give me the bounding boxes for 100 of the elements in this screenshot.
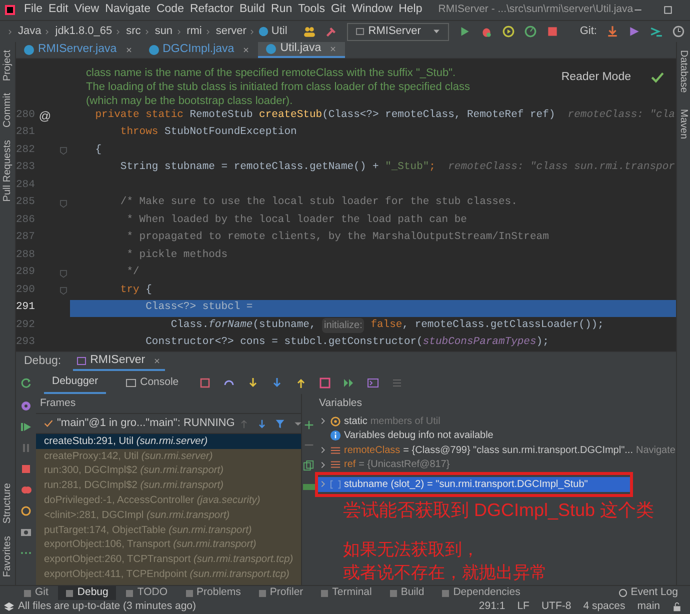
tool-window-tab[interactable]: Commit — [0, 93, 15, 128]
tool-window-tab[interactable]: Maven — [676, 108, 690, 139]
pull-request-icon[interactable] — [650, 25, 663, 38]
close-icon[interactable] — [329, 45, 338, 53]
tool-window-button[interactable]: Dependencies — [434, 586, 528, 600]
close-icon[interactable] — [242, 46, 250, 54]
run-to-cursor-icon[interactable] — [318, 376, 331, 388]
code-line: * pickle methods — [126, 248, 229, 263]
editor-tab[interactable]: RMIServer.java — [16, 42, 141, 58]
code-line: Class.forName(stubname, initialize: false, remoteClass.getClassLoader()); — [170, 317, 605, 334]
fold-icon[interactable] — [58, 146, 68, 156]
reader-mode-toggle[interactable]: Reader Mode — [561, 69, 631, 86]
layout-icon[interactable] — [198, 376, 211, 388]
update-icon[interactable] — [606, 25, 619, 38]
menu-item[interactable]: Code — [156, 1, 184, 19]
editor-tab[interactable]: Util.java — [258, 42, 346, 58]
down-icon[interactable] — [256, 418, 267, 428]
tool-window-button[interactable]: TODO — [118, 586, 176, 600]
lock-icon[interactable] — [672, 602, 682, 612]
close-icon[interactable] — [124, 46, 133, 54]
tool-window-tab[interactable]: Favorites — [0, 536, 15, 577]
copy-icon[interactable] — [303, 460, 314, 471]
gutter-marker[interactable]: @ — [38, 106, 52, 125]
step-into-icon[interactable] — [246, 376, 259, 388]
run-config-dropdown[interactable]: RMIServer — [347, 22, 449, 40]
people-icon[interactable] — [303, 25, 316, 38]
tool-window-button[interactable]: Event Log — [618, 585, 678, 601]
stop-icon[interactable] — [20, 463, 32, 475]
variable-row[interactable]: Variables debug info not available — [315, 428, 676, 443]
tool-window-button[interactable]: Terminal — [313, 586, 380, 600]
stop-icon[interactable] — [546, 25, 559, 38]
tool-window-button[interactable]: Problems — [178, 586, 249, 600]
check-icon[interactable] — [651, 71, 664, 84]
camera-icon[interactable] — [20, 526, 32, 538]
mute-breakpoints-icon[interactable] — [20, 505, 32, 517]
menu-item[interactable]: Refactor — [190, 1, 234, 19]
line-number: 289 — [16, 265, 34, 280]
filter-icon[interactable] — [274, 418, 285, 428]
fold-icon[interactable] — [58, 268, 68, 278]
tool-window-button[interactable]: Debug — [58, 586, 116, 600]
force-step-into-icon[interactable] — [270, 376, 283, 388]
hammer-icon[interactable] — [325, 25, 338, 38]
menu-item[interactable]: Build — [239, 1, 266, 19]
breadcrumb[interactable]: src — [126, 23, 141, 40]
coverage-icon[interactable] — [502, 25, 515, 38]
breadcrumb[interactable]: rmi — [186, 23, 202, 40]
resume-icon[interactable] — [20, 421, 32, 433]
step-out-icon[interactable] — [294, 376, 307, 388]
terminal-icon[interactable] — [366, 376, 379, 388]
close-icon[interactable] — [153, 356, 162, 364]
caret-icon — [432, 28, 440, 35]
profiler-icon[interactable] — [524, 25, 537, 38]
breadcrumb[interactable]: server — [216, 23, 246, 40]
fold-icon[interactable] — [58, 286, 68, 296]
rerun-icon[interactable] — [20, 376, 32, 388]
variable-row[interactable]: static members of Util — [315, 414, 676, 428]
expand-chevron-icon[interactable] — [319, 417, 327, 426]
evaluate-icon[interactable] — [342, 376, 355, 388]
tool-window-tab[interactable]: Structure — [0, 483, 15, 524]
breakpoints-icon[interactable] — [20, 484, 32, 496]
status-item[interactable]: UTF-8 — [541, 599, 572, 614]
menu-item[interactable]: Edit — [48, 1, 68, 19]
status-item[interactable]: 4 spaces — [583, 599, 626, 614]
menu-item[interactable]: Tools — [298, 1, 325, 19]
menu-item[interactable]: Run — [271, 1, 292, 19]
menu-item[interactable]: Navigate — [105, 1, 150, 19]
status-item[interactable]: LF — [517, 599, 530, 614]
variable-row[interactable]: ref = {UnicastRef@817} — [315, 458, 676, 472]
expand-chevron-icon[interactable] — [319, 480, 327, 488]
variable-row[interactable]: remoteClass = {Class@799} "class sun.rmi.transport.DGCImpl"... Navigate — [315, 443, 676, 458]
menu-item[interactable]: File — [24, 1, 43, 19]
breadcrumb[interactable]: Java — [18, 23, 42, 40]
thread-selector[interactable]: "main"@1 in gro..."main": RUNNING — [57, 415, 235, 432]
add-icon[interactable] — [304, 420, 314, 430]
stack-frame[interactable]: createStub:291, Util (sun.rmi.server) — [36, 434, 301, 449]
code-line: private static RemoteStub createStub(Class<?> remoteClass, RemoteRef ref) remoteClass: "cla — [94, 108, 676, 123]
status-item[interactable]: main — [637, 599, 660, 614]
tool-window-button[interactable]: Build — [382, 586, 432, 600]
menu-item[interactable]: Help — [398, 1, 422, 19]
breadcrumb[interactable]: sun — [154, 23, 173, 40]
menu-item[interactable]: Window — [352, 1, 393, 19]
settings-icon[interactable] — [20, 400, 32, 412]
variable-row[interactable]: stubname (slot_2) = "sun.rmi.transport.DGCImpl_Stub" — [318, 477, 630, 492]
menu-item[interactable]: Git — [330, 1, 346, 19]
status-item[interactable]: 291:1 — [478, 599, 506, 614]
maximize-icon[interactable] — [663, 5, 674, 15]
tool-window-button[interactable]: Git — [16, 586, 56, 600]
tool-window-tab[interactable]: Database — [676, 50, 690, 93]
history-icon[interactable] — [672, 25, 685, 38]
breadcrumb[interactable]: Util — [271, 23, 288, 40]
menu-item[interactable]: View — [74, 1, 100, 19]
breadcrumb[interactable]: jdk1.8.0_65 — [55, 23, 112, 40]
push-icon[interactable] — [628, 25, 641, 38]
tool-window-tab[interactable]: Project — [0, 50, 15, 82]
fold-icon[interactable] — [58, 198, 68, 208]
navigate-link[interactable]: Navigate — [636, 442, 676, 458]
tool-window-tab[interactable]: Pull Requests — [0, 140, 15, 202]
debugger-tab[interactable]: Console — [118, 371, 187, 394]
tool-window-button[interactable]: Profiler — [250, 586, 312, 600]
editor-tab[interactable]: DGCImpl.java — [140, 42, 258, 58]
